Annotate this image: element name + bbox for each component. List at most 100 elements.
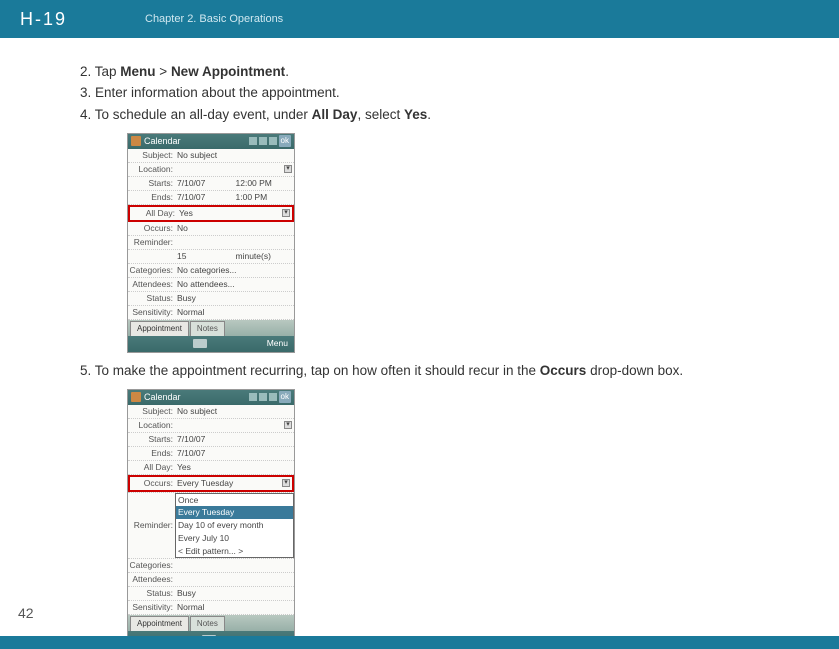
reminder-label: Reminder: bbox=[128, 519, 175, 532]
starts-value[interactable]: 7/10/07 bbox=[175, 433, 294, 446]
allday-value[interactable]: Yes ▾ bbox=[177, 207, 292, 220]
occurs-value[interactable]: Every Tuesday ▾ bbox=[175, 475, 294, 492]
signal-icon bbox=[249, 393, 257, 401]
attendees-label: Attendees: bbox=[128, 278, 175, 291]
chevron-down-icon[interactable]: ▾ bbox=[282, 209, 290, 217]
subject-label: Subject: bbox=[128, 405, 175, 418]
tab-notes[interactable]: Notes bbox=[190, 321, 225, 336]
occurs-label: Occurs: bbox=[128, 222, 175, 235]
reminder-number[interactable]: 15 bbox=[177, 250, 236, 263]
ends-label: Ends: bbox=[128, 191, 175, 204]
topbar-left: Calendar bbox=[131, 135, 181, 149]
ends-time[interactable]: 1:00 PM bbox=[236, 191, 295, 204]
step5-post: drop-down box. bbox=[586, 363, 683, 378]
step2-menu: Menu bbox=[120, 64, 155, 79]
ok-button[interactable]: ok bbox=[279, 135, 291, 147]
occurs-row-highlighted: Occurs:Every Tuesday ▾ bbox=[128, 475, 294, 493]
step5-pre: 5. To make the appointment recurring, ta… bbox=[80, 363, 540, 378]
status-value[interactable]: Busy bbox=[175, 587, 294, 600]
subject-label: Subject: bbox=[128, 149, 175, 162]
attendees-value[interactable]: No attendees... bbox=[175, 278, 294, 291]
status-label: Status: bbox=[128, 292, 175, 305]
categories-value[interactable]: No categories... bbox=[175, 264, 294, 277]
status-label: Status: bbox=[128, 587, 175, 600]
network-icon bbox=[259, 137, 267, 145]
screenshot-2: Calendar ok Subject:No subject Location:… bbox=[127, 389, 839, 649]
tab-notes[interactable]: Notes bbox=[190, 616, 225, 631]
reminder-unit[interactable]: minute(s) bbox=[236, 250, 295, 263]
pda-topbar: Calendar ok bbox=[128, 390, 294, 405]
reminder-label: Reminder: bbox=[128, 236, 175, 249]
topbar-right: ok bbox=[249, 391, 291, 403]
content-area: 2. Tap Menu > New Appointment. 3. Enter … bbox=[0, 38, 839, 648]
footer-bar bbox=[0, 636, 839, 649]
step4-mid: , select bbox=[357, 107, 404, 122]
chevron-down-icon[interactable]: ▾ bbox=[284, 165, 292, 173]
step4-allday: All Day bbox=[312, 107, 358, 122]
step-4: 4. To schedule an all-day event, under A… bbox=[80, 105, 839, 125]
starts-label: Starts: bbox=[128, 177, 175, 190]
subject-value[interactable]: No subject bbox=[175, 149, 294, 162]
dropdown-day10[interactable]: Day 10 of every month bbox=[176, 519, 293, 532]
pda-body: Subject:No subject Location: ▾ Starts:7/1… bbox=[128, 149, 294, 320]
occurs-text: Every Tuesday bbox=[177, 478, 233, 488]
ends-label: Ends: bbox=[128, 447, 175, 460]
step5-occurs: Occurs bbox=[540, 363, 587, 378]
location-label: Location: bbox=[128, 419, 175, 432]
categories-label: Categories: bbox=[128, 559, 175, 572]
status-value[interactable]: Busy bbox=[175, 292, 294, 305]
allday-text: Yes bbox=[179, 208, 193, 218]
start-icon bbox=[131, 136, 141, 146]
chevron-down-icon[interactable]: ▾ bbox=[284, 421, 292, 429]
volume-icon bbox=[269, 393, 277, 401]
step4-pre: 4. To schedule an all-day event, under bbox=[80, 107, 312, 122]
location-label: Location: bbox=[128, 163, 175, 176]
step2-gt: > bbox=[156, 64, 171, 79]
ok-button[interactable]: ok bbox=[279, 391, 291, 403]
dropdown-edit-pattern[interactable]: < Edit pattern... > bbox=[176, 545, 293, 558]
starts-label: Starts: bbox=[128, 433, 175, 446]
volume-icon bbox=[269, 137, 277, 145]
categories-label: Categories: bbox=[128, 264, 175, 277]
screenshot-1: Calendar ok Subject:No subject Location:… bbox=[127, 133, 839, 353]
pda-screen-2: Calendar ok Subject:No subject Location:… bbox=[127, 389, 295, 649]
subject-value[interactable]: No subject bbox=[175, 405, 294, 418]
topbar-left: Calendar bbox=[131, 391, 181, 405]
pda-tabs: Appointment Notes bbox=[128, 320, 294, 336]
reminder-detail[interactable]: 15minute(s) bbox=[175, 250, 294, 263]
occurs-label: Occurs: bbox=[128, 475, 175, 492]
network-icon bbox=[259, 393, 267, 401]
step-3: 3. Enter information about the appointme… bbox=[80, 83, 839, 103]
pda-bottombar: Menu bbox=[128, 336, 294, 352]
menu-softkey[interactable]: Menu bbox=[267, 337, 288, 350]
sensitivity-value[interactable]: Normal bbox=[175, 601, 294, 614]
header-bar: H-19 Chapter 2. Basic Operations bbox=[0, 0, 839, 38]
tab-appointment[interactable]: Appointment bbox=[130, 321, 189, 336]
ends-date[interactable]: 7/10/07 bbox=[177, 191, 236, 204]
occurs-dropdown[interactable]: Once Every Tuesday Day 10 of every month… bbox=[175, 493, 294, 559]
starts-date[interactable]: 7/10/07 bbox=[177, 177, 236, 190]
chevron-down-icon[interactable]: ▾ bbox=[282, 479, 290, 487]
keyboard-icon[interactable] bbox=[193, 339, 207, 348]
dropdown-once[interactable]: Once bbox=[176, 494, 293, 507]
dropdown-every-tuesday[interactable]: Every Tuesday bbox=[176, 506, 293, 519]
starts-value[interactable]: 7/10/0712:00 PM bbox=[175, 177, 294, 190]
step2-pre: 2. Tap bbox=[80, 64, 120, 79]
reminder-dropdown-area: Once Every Tuesday Day 10 of every month… bbox=[175, 493, 294, 559]
signal-icon bbox=[249, 137, 257, 145]
step-2: 2. Tap Menu > New Appointment. bbox=[80, 62, 839, 82]
sensitivity-value[interactable]: Normal bbox=[175, 306, 294, 319]
ends-value[interactable]: 7/10/071:00 PM bbox=[175, 191, 294, 204]
ends-value[interactable]: 7/10/07 bbox=[175, 447, 294, 460]
page-number: 42 bbox=[18, 605, 34, 621]
pda-topbar: Calendar ok bbox=[128, 134, 294, 149]
pda-screen-1: Calendar ok Subject:No subject Location:… bbox=[127, 133, 295, 353]
dropdown-july10[interactable]: Every July 10 bbox=[176, 532, 293, 545]
sensitivity-label: Sensitivity: bbox=[128, 601, 175, 614]
step2-new-appointment: New Appointment bbox=[171, 64, 285, 79]
allday-value[interactable]: Yes bbox=[175, 461, 294, 474]
occurs-value[interactable]: No bbox=[175, 222, 294, 235]
starts-time[interactable]: 12:00 PM bbox=[236, 177, 295, 190]
tab-appointment[interactable]: Appointment bbox=[130, 616, 189, 631]
sensitivity-label: Sensitivity: bbox=[128, 306, 175, 319]
